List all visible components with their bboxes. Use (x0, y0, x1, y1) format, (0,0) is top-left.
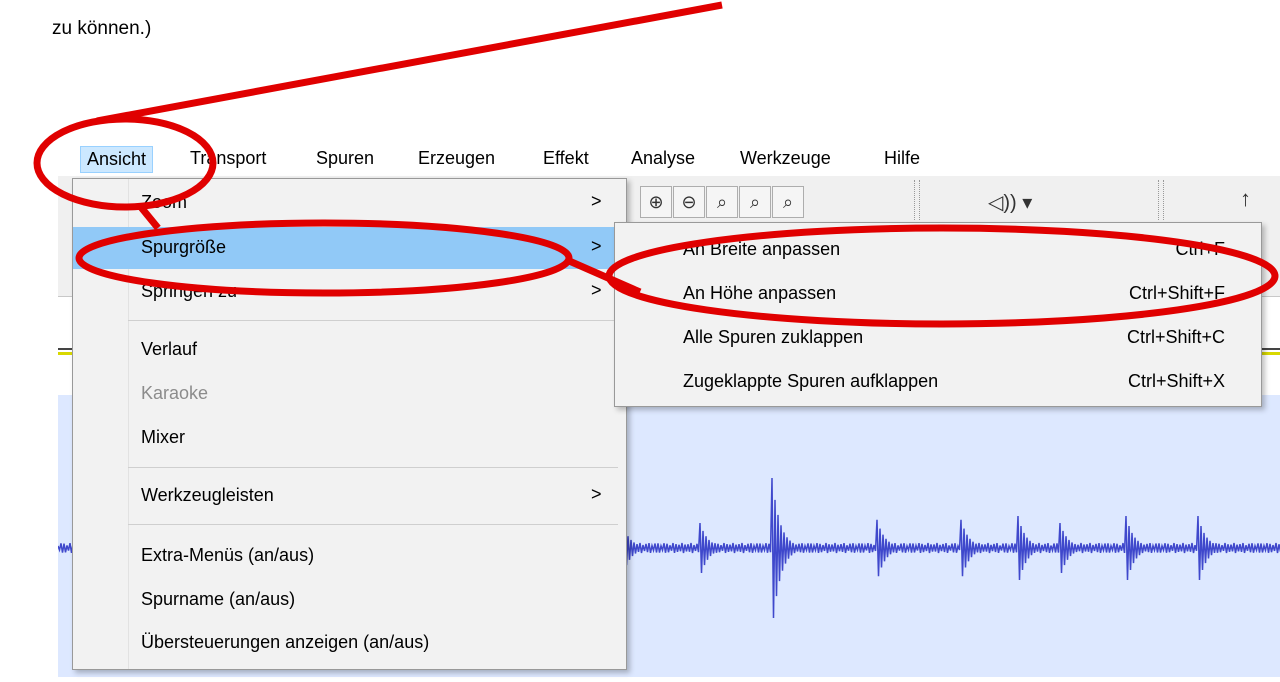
menu-item-karaoke: Karaoke (73, 373, 626, 415)
zoom-toggle-icon[interactable]: ⌕ (772, 186, 804, 218)
menu-item-label: Verlauf (141, 339, 198, 359)
menu-item-label: Übersteuerungen anzeigen (an/aus) (141, 632, 430, 652)
menu-transport[interactable]: Transport (184, 146, 272, 171)
menu-item-mixer[interactable]: Mixer (73, 417, 626, 459)
shortcut-label: Ctrl+Shift+X (1127, 371, 1225, 391)
toolbar-grip[interactable] (1158, 180, 1164, 220)
menu-werkzeuge[interactable]: Werkzeuge (734, 146, 837, 171)
submenu-item-zuklappen[interactable]: Alle Spuren zuklappen Ctrl+Shift+C (615, 315, 1261, 359)
menu-item-label: Extra-Menüs (an/aus) (141, 545, 315, 565)
menu-hilfe[interactable]: Hilfe (878, 146, 926, 171)
annotation-arrow-line (96, 1, 723, 125)
up-arrow-icon: ↑ (1240, 186, 1251, 211)
shortcut-label: Ctrl+F (1175, 239, 1226, 259)
zoom-in-icon[interactable]: ⊕ (640, 186, 672, 218)
menu-item-label: Mixer (141, 427, 185, 447)
ansicht-menu: Zoom > Spurgröße > Springen zu > Verlauf… (72, 178, 627, 670)
toolbar-grip[interactable] (914, 180, 920, 220)
shortcut-label: Ctrl+Shift+F (1128, 283, 1225, 303)
menu-item-label: Werkzeugleisten (141, 485, 274, 505)
zoom-sel-icon[interactable]: ⌕ (706, 186, 738, 218)
menu-item-zoom[interactable]: Zoom > (73, 182, 626, 224)
menu-item-label: Springen zu (141, 281, 238, 301)
chevron-right-icon: > (591, 191, 602, 211)
submenu-item-label: Alle Spuren zuklappen (683, 327, 864, 347)
menu-item-springen[interactable]: Springen zu > (73, 271, 626, 313)
menu-ansicht[interactable]: Ansicht (80, 146, 154, 173)
zoom-fit-icon[interactable]: ⌕ (739, 186, 771, 218)
menu-item-werkzeugleisten[interactable]: Werkzeugleisten > (73, 475, 626, 517)
shortcut-label: Ctrl+Shift+C (1126, 327, 1225, 347)
submenu-item-aufklappen[interactable]: Zugeklappte Spuren aufklappen Ctrl+Shift… (615, 359, 1261, 403)
menu-effekt[interactable]: Effekt (537, 146, 595, 171)
menu-separator (128, 320, 618, 321)
speaker-icon[interactable]: ◁)) ▾ (988, 190, 1032, 215)
menu-separator (128, 524, 618, 525)
submenu-item-hoehe[interactable]: An Höhe anpassen Ctrl+Shift+F (615, 271, 1261, 315)
menu-item-label: Spurgröße (141, 237, 227, 257)
menu-item-extra-menues[interactable]: Extra-Menüs (an/aus) (73, 535, 626, 577)
chevron-right-icon: > (591, 280, 602, 300)
menu-item-label: Zoom (141, 192, 188, 212)
menu-bar: Ansicht Transport Spuren Erzeugen Effekt… (58, 140, 1280, 176)
submenu-item-label: Zugeklappte Spuren aufklappen (683, 371, 939, 391)
document-text: zu können.) (52, 18, 152, 39)
menu-item-label: Karaoke (141, 383, 209, 403)
submenu-item-breite[interactable]: An Breite anpassen Ctrl+F (615, 227, 1261, 271)
submenu-item-label: An Breite anpassen (683, 239, 841, 259)
menu-erzeugen[interactable]: Erzeugen (412, 146, 501, 171)
spurgroesse-submenu: An Breite anpassen Ctrl+F An Höhe anpass… (614, 222, 1262, 407)
chevron-right-icon: > (591, 484, 602, 504)
submenu-item-label: An Höhe anpassen (683, 283, 837, 303)
menu-spuren[interactable]: Spuren (310, 146, 380, 171)
menu-item-label: Spurname (an/aus) (141, 589, 296, 609)
menu-item-spurname[interactable]: Spurname (an/aus) (73, 579, 626, 621)
menu-separator (128, 467, 618, 468)
zoom-out-icon[interactable]: ⊖ (673, 186, 705, 218)
menu-item-verlauf[interactable]: Verlauf (73, 329, 626, 371)
menu-item-uebersteuerungen[interactable]: Übersteuerungen anzeigen (an/aus) (73, 622, 626, 664)
menu-analyse[interactable]: Analyse (625, 146, 701, 171)
chevron-right-icon: > (591, 236, 602, 256)
menu-item-spurgroesse[interactable]: Spurgröße > (73, 227, 626, 269)
